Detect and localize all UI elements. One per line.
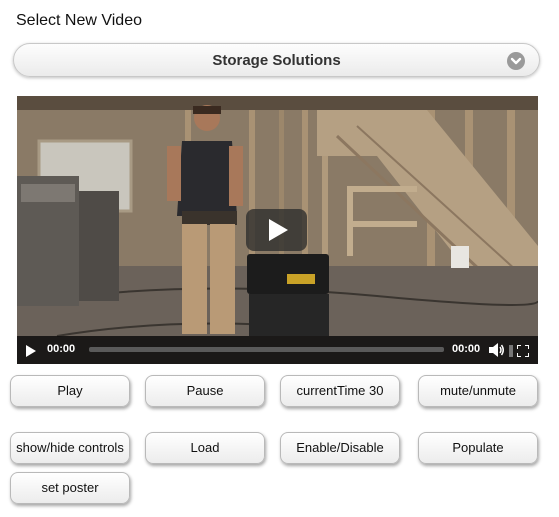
video-select[interactable]: Storage Solutions xyxy=(13,43,540,77)
video-control-bar: 00:00 00:00 xyxy=(17,336,538,364)
video-player[interactable]: 00:00 00:00 xyxy=(17,96,538,364)
fullscreen-button[interactable] xyxy=(516,344,530,358)
big-play-button[interactable] xyxy=(246,209,307,251)
mute-button[interactable]: mute/unmute xyxy=(418,375,538,407)
volume-level-icon xyxy=(509,345,513,357)
current-time: 00:00 xyxy=(47,343,76,355)
enable-disable-button[interactable]: Enable/Disable xyxy=(280,432,400,464)
play-icon xyxy=(269,219,288,241)
toggle-controls-button[interactable]: show/hide controls xyxy=(10,432,130,464)
speaker-icon xyxy=(489,343,504,357)
page-heading: Select New Video xyxy=(16,12,142,29)
play-toggle[interactable] xyxy=(25,344,37,357)
progress-bar[interactable] xyxy=(89,347,444,352)
load-button[interactable]: Load xyxy=(145,432,265,464)
play-button[interactable]: Play xyxy=(10,375,130,407)
video-select-value: Storage Solutions xyxy=(212,52,341,69)
duration: 00:00 xyxy=(452,343,481,355)
fullscreen-icon xyxy=(516,344,530,358)
play-icon xyxy=(26,345,36,357)
pause-button[interactable]: Pause xyxy=(145,375,265,407)
volume-button[interactable] xyxy=(489,343,505,357)
chevron-down-circle-icon xyxy=(507,52,525,70)
set-poster-button[interactable]: set poster xyxy=(10,472,130,504)
volume-slider[interactable] xyxy=(508,343,514,357)
current-time-button[interactable]: currentTime 30 xyxy=(280,375,400,407)
populate-button[interactable]: Populate xyxy=(418,432,538,464)
